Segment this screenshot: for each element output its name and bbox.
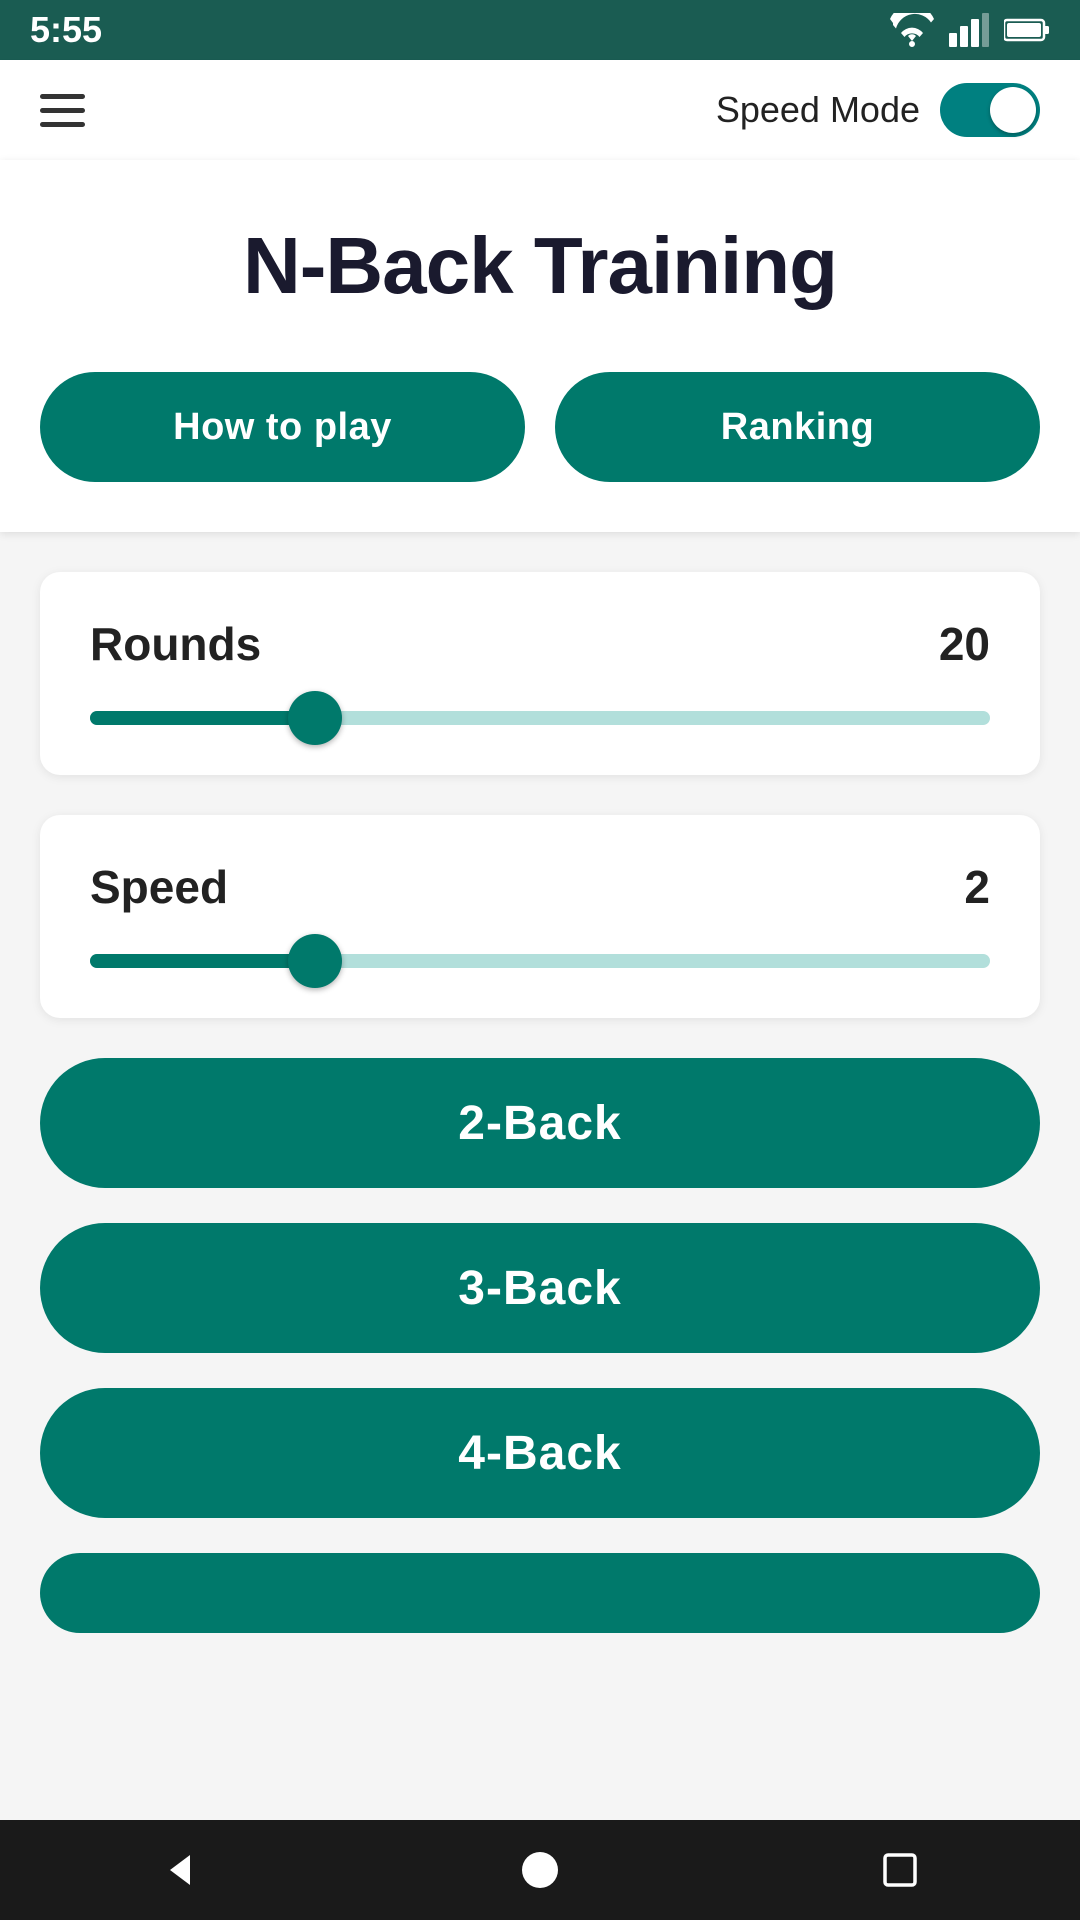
speed-label: Speed	[90, 860, 228, 914]
game-buttons-container: 2-Back 3-Back 4-Back	[40, 1058, 1040, 1633]
speed-slider-track[interactable]	[90, 954, 990, 968]
wifi-icon	[890, 13, 934, 47]
recent-apps-icon	[880, 1850, 920, 1890]
nav-bar: Speed Mode	[0, 60, 1080, 160]
rounds-slider-card: Rounds 20	[40, 572, 1040, 775]
hero-section: N-Back Training How to play Ranking	[0, 160, 1080, 532]
speed-mode-label: Speed Mode	[716, 89, 920, 131]
app-title: N-Back Training	[40, 220, 1040, 312]
rounds-label: Rounds	[90, 617, 261, 671]
rounds-slider-fill	[90, 711, 315, 725]
home-icon	[520, 1850, 560, 1890]
home-button[interactable]	[520, 1850, 560, 1890]
speed-slider-card: Speed 2	[40, 815, 1040, 1018]
four-back-button[interactable]: 4-Back	[40, 1388, 1040, 1518]
rounds-slider-thumb[interactable]	[288, 691, 342, 745]
status-time: 5:55	[30, 9, 102, 51]
speed-mode-toggle[interactable]	[940, 83, 1040, 137]
status-bar: 5:55	[0, 0, 1080, 60]
hamburger-line-2	[40, 108, 85, 113]
speed-value: 2	[964, 860, 990, 914]
ranking-button[interactable]: Ranking	[555, 372, 1040, 482]
battery-icon	[1004, 16, 1050, 44]
speed-slider-header: Speed 2	[90, 860, 990, 914]
hero-buttons: How to play Ranking	[40, 372, 1040, 482]
two-back-button[interactable]: 2-Back	[40, 1058, 1040, 1188]
hamburger-line-3	[40, 122, 85, 127]
signal-icon	[949, 13, 989, 47]
recent-apps-button[interactable]	[880, 1850, 920, 1890]
rounds-slider-header: Rounds 20	[90, 617, 990, 671]
speed-mode-container: Speed Mode	[716, 83, 1040, 137]
status-icons	[890, 13, 1050, 47]
five-back-button-partial[interactable]	[40, 1553, 1040, 1633]
rounds-value: 20	[939, 617, 990, 671]
back-button[interactable]	[160, 1850, 200, 1890]
bottom-navigation	[0, 1820, 1080, 1920]
main-content: Rounds 20 Speed 2 2-Back 3-Back 4-Back	[0, 532, 1080, 1633]
hamburger-line-1	[40, 94, 85, 99]
how-to-play-button[interactable]: How to play	[40, 372, 525, 482]
back-icon	[160, 1850, 200, 1890]
three-back-button[interactable]: 3-Back	[40, 1223, 1040, 1353]
speed-slider-fill	[90, 954, 315, 968]
rounds-slider-track[interactable]	[90, 711, 990, 725]
speed-slider-thumb[interactable]	[288, 934, 342, 988]
hamburger-menu-button[interactable]	[40, 94, 85, 127]
